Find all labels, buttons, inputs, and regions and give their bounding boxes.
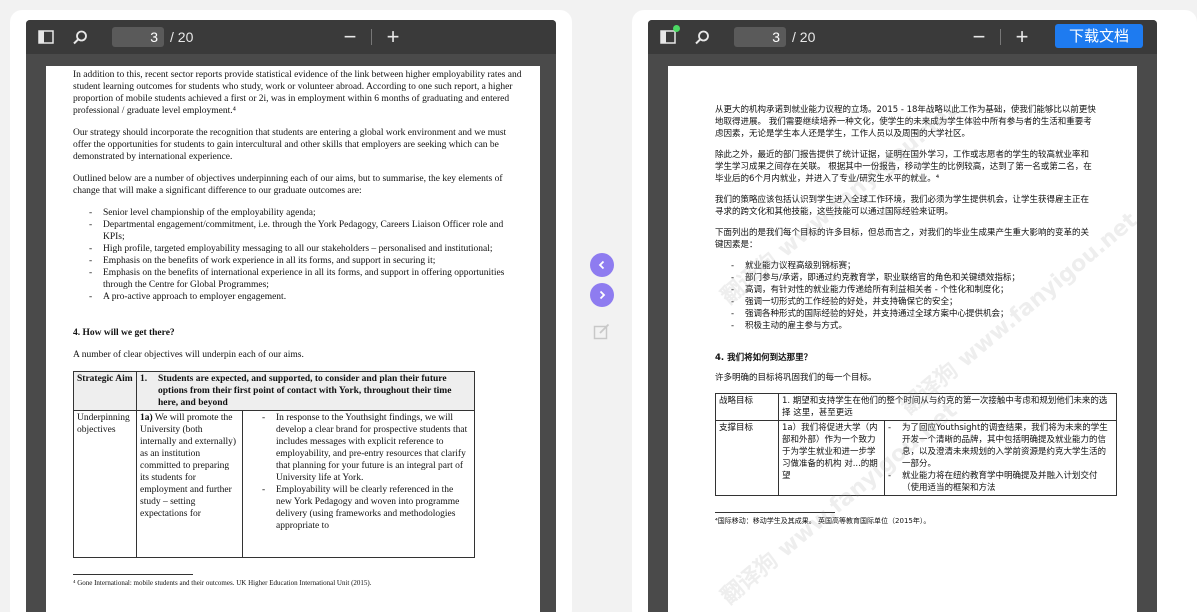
page-total: / 20: [170, 29, 194, 45]
document-page: 从更大的机构承诺到就业能力议程的立场。2015 - 18年战略以此工作为基础，使…: [668, 66, 1137, 612]
footnote: ⁴国际移动：移动学生及其成果。 英国高等教育国际单位（2015年）。: [715, 517, 931, 525]
aim-text: Students are expected, and supported, to…: [158, 374, 452, 408]
list-item: Departmental engagement/commitment, i.e.…: [89, 219, 526, 243]
download-document-button[interactable]: 下载文档: [1054, 24, 1143, 48]
table-row: 战略目标 1. 期望和支持学生在他们的整个时间从与约克的第一次接触中考虑和规划他…: [715, 393, 1117, 421]
list-item: 就业能力议程高级别锦标赛；: [731, 260, 1097, 272]
list-item: 就业能力将在纽约教育学中明确提及并融入计划交付（使用适当的框架和方法: [888, 470, 1113, 494]
page-total: / 20: [792, 29, 816, 45]
list-item: 高调，有针对性的就业能力传递给所有利益相关者 - 个性化和制度化；: [731, 284, 1097, 296]
paragraph: Our strategy should incorporate the reco…: [73, 128, 507, 162]
footnote: ⁴ Gone International: mobile students an…: [73, 579, 372, 587]
list-item: Emphasis on the benefits of work experie…: [89, 255, 526, 267]
objective-number: 1a): [140, 413, 153, 423]
list-item: In response to the Youthsight findings, …: [262, 412, 471, 484]
section-heading: 4. How will we get there?: [73, 328, 175, 338]
zoom-separator: [1000, 29, 1001, 45]
footnote-divider: [715, 512, 835, 513]
list-item: 积极主动的雇主参与方式。: [731, 320, 1097, 332]
paragraph: 下面列出的是我们每个目标的许多目标，但总而言之，对我们的毕业生成果产生重大影响的…: [715, 228, 1090, 250]
objectives-table: Strategic Aim 1. Students are expected, …: [73, 371, 475, 558]
table-cell: 1a) We will promote the University (both…: [136, 410, 243, 558]
search-icon[interactable]: [692, 27, 712, 47]
list-item: 强调一切形式的工作经验的好处，并支持确保它的安全；: [731, 296, 1097, 308]
table-cell: 1a）我们将促进大学（内部和外部）作为一个致力于为学生就业和进一步学习做准备的机…: [778, 420, 885, 496]
chevron-left-icon: [598, 260, 605, 270]
edit-icon: [593, 323, 610, 340]
viewer-toolbar: / 20 − + 下载文档: [648, 20, 1157, 54]
list-item: 为了回应Youthsight的调查结果，我们将为未来的学生开发一个清晰的品牌，其…: [888, 422, 1113, 470]
aim-number: 1.: [140, 374, 148, 384]
search-icon[interactable]: [70, 27, 90, 47]
page-number-input[interactable]: [734, 27, 786, 47]
chinese-document: 从更大的机构承诺到就业能力议程的立场。2015 - 18年战略以此工作为基础，使…: [668, 66, 1137, 526]
document-page: In addition to this, recent sector repor…: [46, 66, 540, 612]
table-row: 支撑目标 1a）我们将促进大学（内部和外部）作为一个致力于为学生就业和进一步学习…: [715, 420, 1117, 496]
zoom-separator: [371, 29, 372, 45]
right-panel: / 20 − + 下载文档 从更大的机构承诺到就业能力议程的立场。2015 - …: [632, 10, 1197, 612]
list-item: Employability will be clearly referenced…: [262, 484, 471, 532]
viewer-toolbar: / 20 − +: [26, 20, 556, 54]
paragraph: 我们的策略应该包括认识到学生进入全球工作环境，我们必须为学生提供机会，让学生获得…: [715, 195, 1090, 217]
list-item: Emphasis on the benefits of internationa…: [89, 267, 526, 291]
footnote-divider: [73, 574, 193, 575]
zoom-controls: − +: [341, 26, 402, 48]
paragraph: 许多明确的目标将巩固我们的每一个目标。: [715, 373, 877, 383]
table-cell: 支撑目标: [715, 420, 779, 496]
sidebar-toggle-icon[interactable]: [658, 25, 680, 47]
key-elements-list: Senior level championship of the employa…: [89, 207, 526, 303]
list-item: A pro-active approach to employer engage…: [89, 291, 526, 303]
chevron-right-icon: [599, 290, 606, 300]
paragraph: A number of clear objectives will underp…: [73, 350, 304, 360]
paragraph: 除此之外，最近的部门报告提供了统计证据，证明在国外学习，工作或志愿者的学生的较高…: [715, 150, 1092, 184]
zoom-out-button[interactable]: −: [341, 26, 359, 48]
list-item: 部门参与/承诺，即通过约克教育学，职业联络官的角色和关键绩效指标；: [731, 272, 1097, 284]
sidebar-toggle-icon[interactable]: [36, 27, 56, 47]
table-cell: 战略目标: [715, 393, 779, 421]
edit-button[interactable]: [591, 321, 613, 343]
table-row: Underpinning objectives 1a) We will prom…: [73, 410, 475, 558]
zoom-in-button[interactable]: +: [1013, 26, 1031, 48]
next-page-button[interactable]: [590, 283, 614, 307]
table-row: Strategic Aim 1. Students are expected, …: [73, 371, 475, 411]
left-panel: / 20 − + In addition to this, recent sec…: [10, 10, 572, 612]
pdf-viewer-translation: / 20 − + 下载文档 从更大的机构承诺到就业能力议程的立场。2015 - …: [648, 20, 1157, 612]
actions-list: In response to the Youthsight findings, …: [262, 412, 471, 532]
table-cell: 1. Students are expected, and supported,…: [136, 371, 475, 411]
zoom-in-button[interactable]: +: [384, 26, 402, 48]
zoom-controls: − +: [970, 26, 1031, 48]
list-item: High profile, targeted employability mes…: [89, 243, 526, 255]
list-item: 强调各种形式的国际经验的好处，并支持通过全球方案中心提供机会；: [731, 308, 1097, 320]
section-heading: 4. 我们将如何到达那里？: [715, 353, 813, 363]
actions-list: 为了回应Youthsight的调查结果，我们将为未来的学生开发一个清晰的品牌，其…: [888, 422, 1113, 494]
previous-page-button[interactable]: [590, 253, 614, 277]
table-cell: 1. 期望和支持学生在他们的整个时间从与约克的第一次接触中考虑和规划他们未来的选…: [778, 393, 1117, 421]
table-cell: 为了回应Youthsight的调查结果，我们将为未来的学生开发一个清晰的品牌，其…: [884, 420, 1117, 496]
table-cell: Strategic Aim: [73, 371, 137, 411]
pdf-viewer-original: / 20 − + In addition to this, recent sec…: [26, 20, 556, 612]
table-cell: In response to the Youthsight findings, …: [242, 410, 475, 558]
key-elements-list: 就业能力议程高级别锦标赛； 部门参与/承诺，即通过约克教育学，职业联络官的角色和…: [731, 260, 1097, 332]
page-number-input[interactable]: [112, 27, 164, 47]
english-document: In addition to this, recent sector repor…: [46, 66, 540, 588]
objective-text: We will promote the University (both int…: [140, 413, 237, 519]
notification-dot: [673, 25, 680, 32]
paragraph: Outlined below are a number of objective…: [73, 174, 503, 196]
paragraph: In addition to this, recent sector repor…: [73, 70, 522, 116]
paragraph: 从更大的机构承诺到就业能力议程的立场。2015 - 18年战略以此工作为基础，使…: [715, 105, 1096, 139]
objectives-table: 战略目标 1. 期望和支持学生在他们的整个时间从与约克的第一次接触中考虑和规划他…: [715, 393, 1117, 496]
table-cell: Underpinning objectives: [73, 410, 137, 558]
list-item: Senior level championship of the employa…: [89, 207, 526, 219]
zoom-out-button[interactable]: −: [970, 26, 988, 48]
